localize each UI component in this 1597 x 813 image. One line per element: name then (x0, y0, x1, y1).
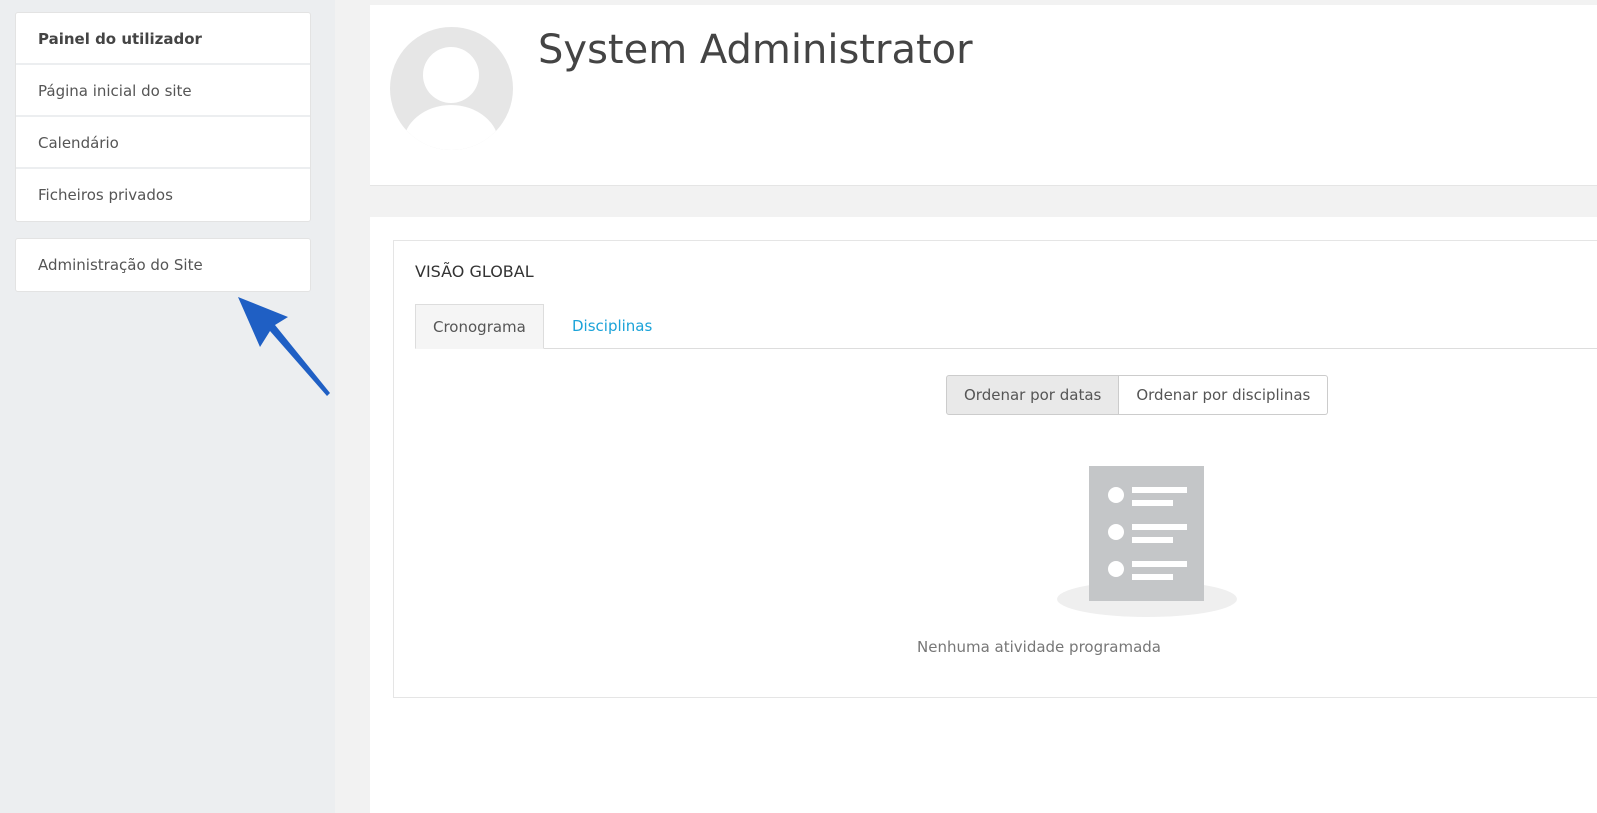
pointer-arrow-icon (238, 297, 330, 396)
empty-state-message: Nenhuma atividade programada (917, 638, 1161, 656)
overview-title: VISÃO GLOBAL (415, 262, 534, 281)
sort-by-courses-button[interactable]: Ordenar por disciplinas (1119, 375, 1329, 415)
user-name: System Administrator (538, 27, 973, 73)
tab-timeline[interactable]: Cronograma (415, 304, 544, 349)
tab-bar: Cronograma Disciplinas (415, 304, 1597, 349)
nav-site-administration[interactable]: Administração do Site (16, 239, 310, 291)
nav-dashboard[interactable]: Painel do utilizador (16, 13, 310, 65)
admin-block: Administração do Site (15, 238, 311, 292)
empty-list-icon (1057, 466, 1237, 617)
navigation-block: Painel do utilizador Página inicial do s… (15, 12, 311, 222)
profile-header: System Administrator (370, 5, 1597, 186)
nav-calendar[interactable]: Calendário (16, 117, 310, 169)
overview-card: VISÃO GLOBAL Cronograma Disciplinas Orde… (370, 217, 1597, 813)
sort-toggle: Ordenar por datas Ordenar por disciplina… (946, 375, 1329, 415)
sort-by-dates-button[interactable]: Ordenar por datas (946, 375, 1120, 415)
tab-courses[interactable]: Disciplinas (555, 304, 669, 349)
nav-site-home[interactable]: Página inicial do site (16, 65, 310, 117)
avatar (390, 27, 513, 150)
sidebar: Painel do utilizador Página inicial do s… (0, 0, 335, 813)
nav-private-files[interactable]: Ficheiros privados (16, 169, 310, 221)
